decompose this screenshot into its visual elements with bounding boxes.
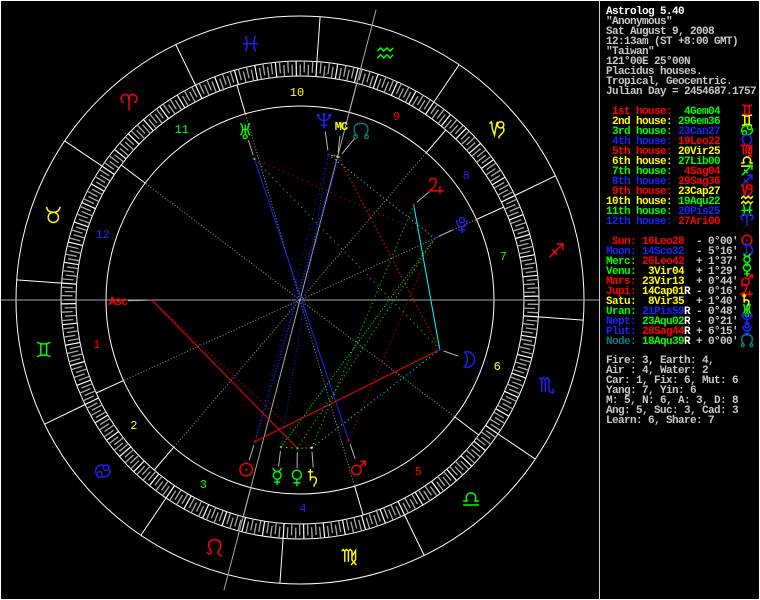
svg-text:2: 2 <box>130 419 137 433</box>
svg-text:10: 10 <box>290 86 304 100</box>
svg-text:8: 8 <box>463 169 470 183</box>
svg-text:4: 4 <box>299 502 306 516</box>
svg-text:1: 1 <box>93 338 100 352</box>
svg-text:3: 3 <box>200 478 207 492</box>
svg-text:Asc: Asc <box>109 295 128 309</box>
svg-text:MC: MC <box>335 120 348 134</box>
svg-text:7: 7 <box>500 250 507 264</box>
svg-text:11: 11 <box>175 123 189 137</box>
svg-text:5: 5 <box>415 465 422 479</box>
svg-text:9: 9 <box>393 110 400 124</box>
svg-text:12: 12 <box>96 228 110 242</box>
svg-text:6: 6 <box>494 360 501 374</box>
